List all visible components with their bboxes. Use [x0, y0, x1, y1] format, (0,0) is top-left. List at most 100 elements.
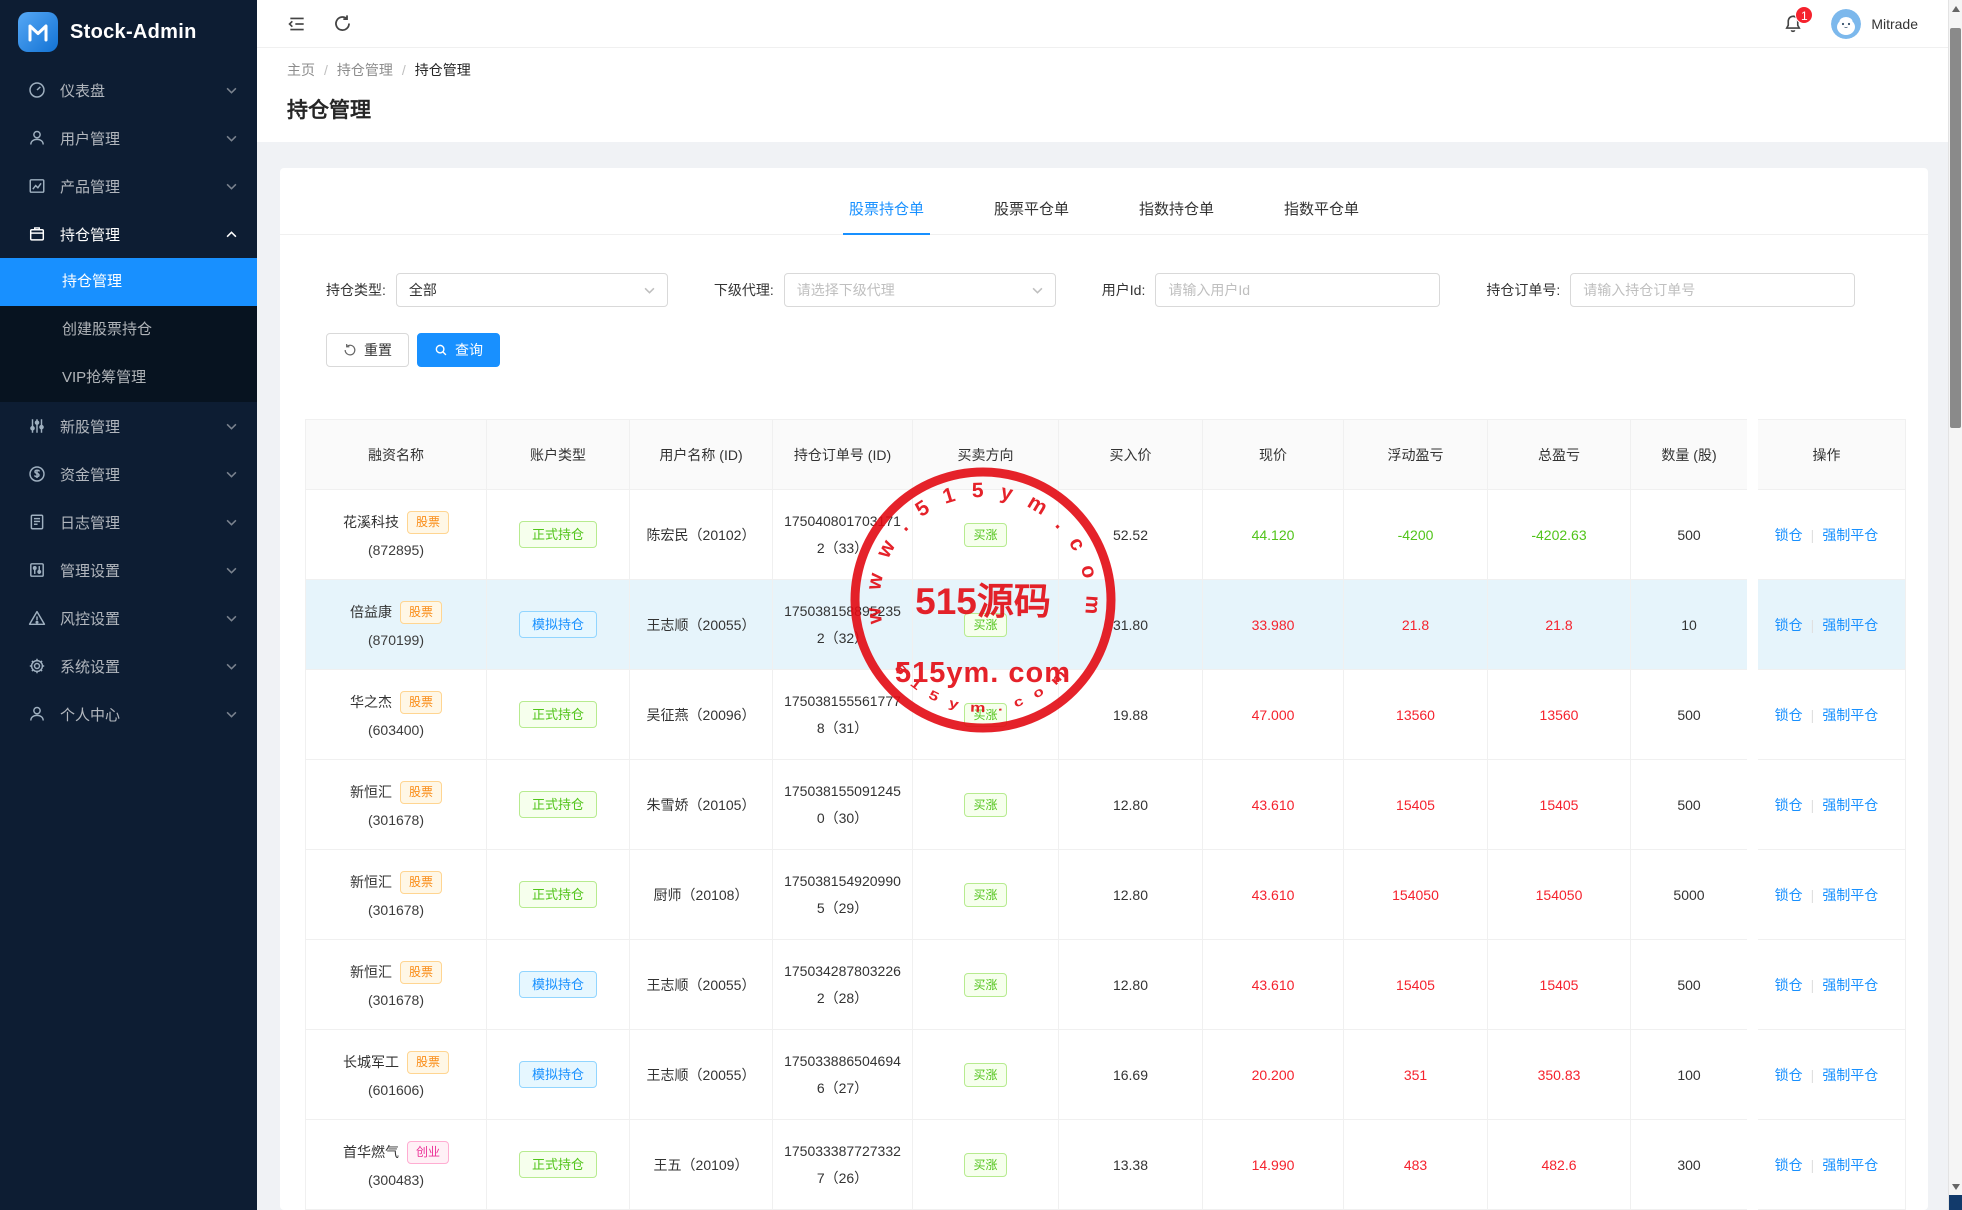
notification-bell-icon[interactable]: 1 — [1783, 5, 1814, 34]
chevron-down-icon — [226, 663, 237, 670]
breadcrumb-separator: / — [401, 62, 406, 78]
sidebar-item-positions-manage[interactable]: 持仓管理 — [0, 258, 257, 306]
tab-1[interactable]: 股票持仓单 — [842, 190, 930, 235]
column-header: 现价 — [1202, 419, 1344, 490]
force-close-link[interactable]: 强制平仓 — [1822, 977, 1878, 993]
lock-position-link[interactable]: 锁仓 — [1775, 797, 1803, 813]
lock-position-link[interactable]: 锁仓 — [1775, 707, 1803, 723]
lock-position-link[interactable]: 锁仓 — [1775, 1157, 1803, 1173]
logo[interactable]: Stock-Admin — [0, 0, 257, 64]
topbar-right: 1 Mitrade — [1783, 5, 1918, 39]
order-no: 1750342878032262（28） — [784, 962, 901, 1006]
sidebar-item-admin-settings[interactable]: 管理设置 — [0, 546, 257, 594]
force-close-link[interactable]: 强制平仓 — [1822, 797, 1878, 813]
sidebar-item-dashboard[interactable]: 仪表盘 — [0, 66, 257, 114]
stock-tag: 股票 — [399, 691, 442, 714]
current-price: 47.000 — [1251, 706, 1295, 723]
float-pl: 483 — [1403, 1156, 1428, 1173]
tab-4[interactable]: 指数平仓单 — [1278, 190, 1365, 234]
lock-position-link[interactable]: 锁仓 — [1775, 887, 1803, 903]
account-type-badge: 正式持仓 — [518, 881, 597, 908]
refresh-icon[interactable] — [333, 14, 352, 33]
force-close-link[interactable]: 强制平仓 — [1822, 1067, 1878, 1083]
stock-tag: 股票 — [406, 1051, 449, 1074]
search-icon — [434, 343, 448, 357]
positions-table: 融资名称 账户类型 用户名称 (ID) 持仓订单号 (ID) 买卖方向 买入价 现价 浮动盈亏… — [305, 419, 1906, 1210]
sidebar-item-system-settings[interactable]: 系统设置 — [0, 642, 257, 690]
scroll-up-arrow[interactable] — [1952, 6, 1960, 12]
breadcrumb-item[interactable]: 持仓管理 — [337, 62, 393, 78]
lock-position-link[interactable]: 锁仓 — [1775, 527, 1803, 543]
filter-select[interactable]: 请选择下级代理 — [783, 273, 1056, 307]
lock-position-link[interactable]: 锁仓 — [1775, 977, 1803, 993]
quantity: 10 — [1681, 616, 1697, 633]
buy-price: 13.38 — [1112, 1156, 1149, 1173]
order-no: 1750381550912450（30） — [784, 782, 901, 826]
total-pl: 21.8 — [1545, 616, 1573, 633]
quantity: 500 — [1677, 976, 1701, 993]
tab-3[interactable]: 指数持仓单 — [1133, 190, 1220, 234]
admin-icon — [28, 561, 46, 579]
page-header: 主页 / 持仓管理 / 持仓管理 持仓管理 — [257, 48, 1948, 142]
direction-badge: 买涨 — [964, 1152, 1007, 1177]
filter-select[interactable]: 全部 — [395, 273, 668, 307]
filter-input[interactable] — [1570, 273, 1856, 307]
action-divider: | — [1810, 526, 1815, 543]
sidebar-item-new-stocks[interactable]: 新股管理 — [0, 402, 257, 450]
order-no: 1750381555617778（31） — [784, 692, 901, 736]
avatar[interactable] — [1831, 8, 1862, 39]
position-icon — [28, 225, 46, 243]
content-card: 股票持仓单 股票平仓单 指数持仓单 指数平仓单 持仓类型: 全部 下级代理: 请选择下级代理… — [280, 168, 1928, 1210]
filter-label: 持仓订单号: — [1486, 282, 1561, 298]
total-pl: 482.6 — [1541, 1156, 1577, 1173]
stock-code: (601606) — [367, 1081, 425, 1098]
direction-badge: 买涨 — [964, 1062, 1007, 1087]
breadcrumb-separator: / — [324, 62, 328, 78]
sidebar-item-users[interactable]: 用户管理 — [0, 114, 257, 162]
scroll-down-arrow[interactable] — [1952, 1184, 1960, 1190]
sidebar-item-logs[interactable]: 日志管理 — [0, 498, 257, 546]
newstock-icon — [28, 417, 46, 435]
notification-badge: 1 — [1795, 5, 1814, 24]
tab-2[interactable]: 股票平仓单 — [988, 190, 1075, 234]
force-close-link[interactable]: 强制平仓 — [1822, 1157, 1878, 1173]
sidebar-item-funds[interactable]: 资金管理 — [0, 450, 257, 498]
reset-button[interactable]: 重置 — [326, 333, 409, 367]
sidebar-item-risk-settings[interactable]: 风控设置 — [0, 594, 257, 642]
account-type-badge: 正式持仓 — [518, 1151, 597, 1178]
buy-price: 31.80 — [1112, 616, 1149, 633]
collapse-sidebar-icon[interactable] — [287, 14, 307, 34]
lock-position-link[interactable]: 锁仓 — [1775, 617, 1803, 633]
action-divider: | — [1810, 706, 1815, 723]
username[interactable]: Mitrade — [1871, 16, 1918, 32]
search-button[interactable]: 查询 — [417, 333, 500, 367]
stock-name: 花溪科技 — [342, 514, 399, 531]
stock-tag: 股票 — [399, 781, 442, 804]
filter-input[interactable] — [1155, 273, 1441, 307]
sidebar-item-positions[interactable]: 持仓管理 — [0, 210, 257, 258]
lock-position-link[interactable]: 锁仓 — [1775, 1067, 1803, 1083]
sidebar-item-profile[interactable]: 个人中心 — [0, 690, 257, 738]
stock-name: 新恒汇 — [349, 784, 392, 801]
force-close-link[interactable]: 强制平仓 — [1822, 707, 1878, 723]
filter-group: 持仓订单号: — [1486, 273, 1856, 307]
action-divider: | — [1810, 976, 1815, 993]
scrollbar-thumb[interactable] — [1950, 28, 1961, 428]
sidebar-item-products[interactable]: 产品管理 — [0, 162, 257, 210]
force-close-link[interactable]: 强制平仓 — [1822, 527, 1878, 543]
buy-price: 12.80 — [1112, 796, 1149, 813]
breadcrumb-item[interactable]: 主页 — [287, 62, 315, 78]
column-header: 总盈亏 — [1487, 419, 1631, 490]
vertical-scrollbar[interactable] — [1948, 0, 1962, 1210]
sidebar-item-vip-grab-manage[interactable]: VIP抢筹管理 — [0, 354, 257, 402]
force-close-link[interactable]: 强制平仓 — [1822, 617, 1878, 633]
sidebar-item-create-stock-position[interactable]: 创建股票持仓 — [0, 306, 257, 354]
account-type-badge: 正式持仓 — [518, 521, 597, 548]
column-header: 买卖方向 — [912, 419, 1059, 490]
column-header: 融资名称 — [305, 419, 487, 490]
fund-icon — [28, 465, 46, 483]
user-name: 陈宏民（20102） — [646, 526, 756, 543]
force-close-link[interactable]: 强制平仓 — [1822, 887, 1878, 903]
select-value: 全部 — [408, 282, 437, 298]
order-no: 1750381549209905（29） — [784, 872, 901, 916]
